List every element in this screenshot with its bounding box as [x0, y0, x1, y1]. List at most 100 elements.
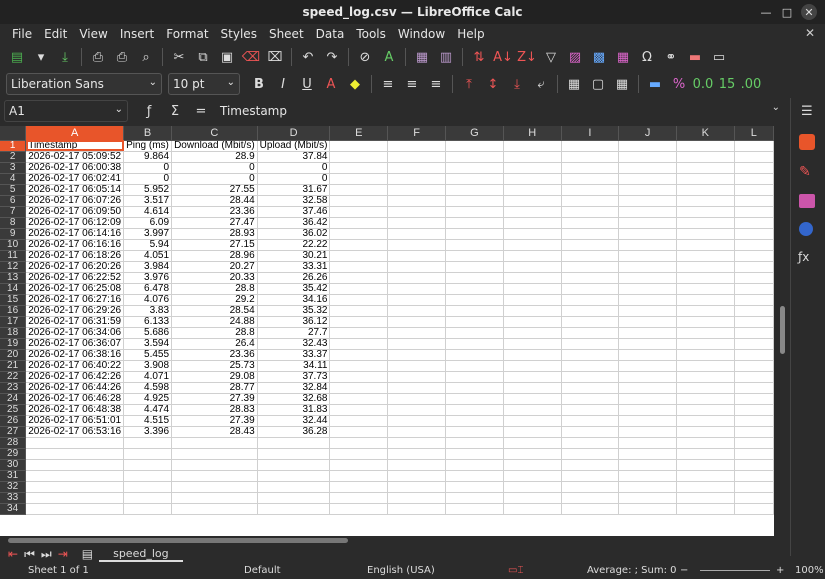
close-icon[interactable]: ✕ — [801, 4, 817, 20]
cell[interactable] — [503, 173, 562, 185]
cell[interactable] — [676, 327, 735, 339]
cell[interactable] — [503, 360, 562, 372]
cell[interactable] — [503, 327, 562, 339]
row-header[interactable]: 9 — [0, 228, 27, 240]
cell[interactable]: 22.22 — [257, 239, 331, 251]
cell[interactable]: Ping (ms) — [123, 140, 173, 152]
cell[interactable] — [734, 294, 774, 306]
minimize-icon[interactable]: — — [758, 4, 774, 20]
cell[interactable] — [387, 283, 446, 295]
cell[interactable] — [618, 360, 677, 372]
cell[interactable] — [445, 261, 504, 273]
cell[interactable] — [618, 250, 677, 262]
cell[interactable] — [676, 470, 735, 482]
cell[interactable] — [676, 294, 735, 306]
navigator-icon[interactable] — [799, 222, 813, 236]
styles-icon[interactable]: ✎ — [799, 164, 811, 180]
cell[interactable] — [445, 250, 504, 262]
cell[interactable] — [503, 448, 562, 460]
cell[interactable] — [618, 349, 677, 361]
row-header[interactable]: 28 — [0, 437, 27, 449]
cell[interactable] — [329, 360, 389, 372]
cell[interactable]: 28.44 — [171, 195, 258, 207]
cell[interactable]: 28.93 — [171, 228, 258, 240]
cell[interactable] — [171, 437, 258, 449]
cell[interactable] — [734, 173, 774, 185]
column-icon[interactable]: ▥ — [435, 46, 457, 68]
cell[interactable] — [387, 382, 446, 394]
cell[interactable]: 2026-02-17 06:27:16 — [25, 294, 125, 306]
cell[interactable] — [445, 459, 504, 471]
cell[interactable] — [329, 283, 389, 295]
cell[interactable] — [329, 481, 389, 493]
cell[interactable]: 2026-02-17 06:07:26 — [25, 195, 125, 207]
column-header-i[interactable]: I — [561, 126, 620, 141]
row-header[interactable]: 22 — [0, 371, 27, 383]
cell[interactable] — [561, 393, 620, 405]
cell[interactable] — [618, 327, 677, 339]
insert-image-icon[interactable]: ▨ — [564, 46, 586, 68]
cell[interactable] — [445, 492, 504, 504]
cell[interactable]: 32.44 — [257, 415, 331, 427]
cell[interactable] — [618, 448, 677, 460]
cell[interactable] — [561, 316, 620, 328]
cell[interactable] — [734, 239, 774, 251]
cell[interactable]: 2026-02-17 06:44:26 — [25, 382, 125, 394]
cell[interactable]: 29.2 — [171, 294, 258, 306]
cell[interactable]: 27.47 — [171, 217, 258, 229]
cell[interactable] — [503, 470, 562, 482]
cell[interactable]: 37.46 — [257, 206, 331, 218]
row-header[interactable]: 34 — [0, 503, 27, 515]
cell[interactable] — [734, 228, 774, 240]
cell[interactable] — [618, 415, 677, 427]
highlight-icon[interactable]: ◆ — [344, 73, 366, 95]
zoom-level[interactable]: 100% — [795, 565, 824, 576]
cell[interactable] — [561, 470, 620, 482]
cell[interactable]: 32.68 — [257, 393, 331, 405]
cell[interactable] — [734, 349, 774, 361]
cell[interactable] — [503, 162, 562, 174]
clone-formatting-icon[interactable]: ⌫ — [240, 46, 262, 68]
cell[interactable] — [329, 437, 389, 449]
cell[interactable]: 28.83 — [171, 404, 258, 416]
cell[interactable] — [503, 349, 562, 361]
paste-icon[interactable]: ▣ — [216, 46, 238, 68]
cell[interactable]: 32.43 — [257, 338, 331, 350]
cell[interactable] — [445, 503, 504, 515]
menu-file[interactable]: File — [6, 27, 38, 41]
row-header[interactable]: 7 — [0, 206, 27, 218]
cell[interactable]: 28.54 — [171, 305, 258, 317]
cell[interactable] — [734, 492, 774, 504]
row-header[interactable]: 31 — [0, 470, 27, 482]
cell[interactable] — [618, 272, 677, 284]
cell[interactable] — [257, 448, 331, 460]
cell[interactable] — [561, 228, 620, 240]
date-format-icon[interactable]: 15 — [716, 73, 738, 95]
properties-icon[interactable] — [799, 134, 815, 150]
cell[interactable] — [387, 503, 446, 515]
cell[interactable]: 6.09 — [123, 217, 173, 229]
menu-window[interactable]: Window — [392, 27, 451, 41]
cell[interactable] — [734, 184, 774, 196]
cell[interactable]: 2026-02-17 06:34:06 — [25, 327, 125, 339]
cell[interactable] — [676, 426, 735, 438]
row-header[interactable]: 18 — [0, 327, 27, 339]
cell[interactable] — [618, 173, 677, 185]
cell[interactable] — [171, 470, 258, 482]
previous-sheet-icon[interactable]: ⏮ — [24, 547, 35, 562]
cell[interactable] — [387, 206, 446, 218]
cell[interactable] — [561, 448, 620, 460]
cell[interactable] — [25, 459, 125, 471]
cell[interactable]: 23.36 — [171, 349, 258, 361]
cell[interactable] — [445, 448, 504, 460]
cell[interactable] — [387, 459, 446, 471]
cell[interactable] — [503, 426, 562, 438]
new-icon[interactable]: ▤ — [6, 46, 28, 68]
cell[interactable] — [561, 272, 620, 284]
cell[interactable]: 37.73 — [257, 371, 331, 383]
cell[interactable] — [561, 426, 620, 438]
cell[interactable] — [676, 404, 735, 416]
cell[interactable] — [445, 338, 504, 350]
cell[interactable] — [503, 316, 562, 328]
cell[interactable] — [734, 206, 774, 218]
